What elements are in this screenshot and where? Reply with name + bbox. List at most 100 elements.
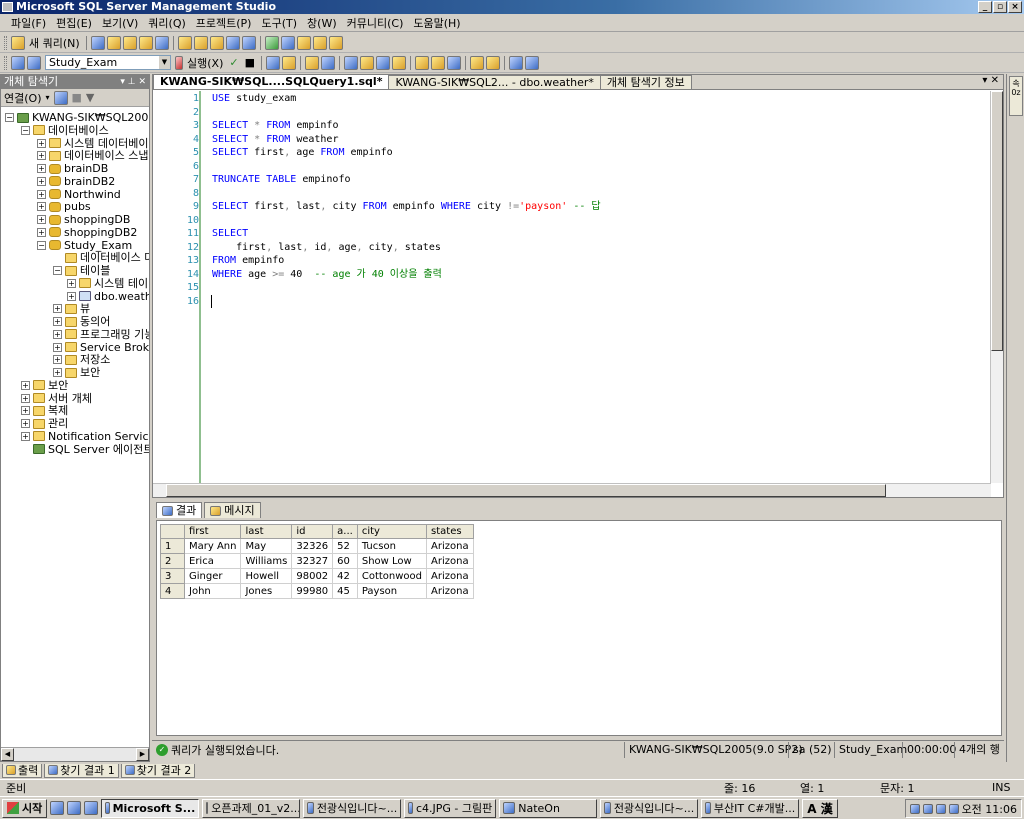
connect-dropdown[interactable]: 연결(O) bbox=[4, 90, 41, 106]
code-line[interactable]: first, last, id, age, city, states bbox=[212, 241, 441, 255]
code-line[interactable]: SELECT bbox=[212, 227, 248, 241]
table-cell[interactable]: Payson bbox=[356, 583, 428, 599]
expand-icon[interactable]: + bbox=[21, 380, 30, 390]
row-number[interactable]: 3 bbox=[160, 568, 185, 584]
stop-icon[interactable]: ■ bbox=[72, 91, 82, 104]
tree-node[interactable]: + 동의어 bbox=[53, 315, 110, 328]
table-cell[interactable]: Jones bbox=[240, 583, 293, 599]
increase-indent-icon[interactable] bbox=[524, 55, 539, 70]
editor-vertical-scrollbar[interactable] bbox=[990, 91, 1003, 483]
table-cell[interactable]: Arizona bbox=[426, 553, 474, 569]
tab-messages[interactable]: 메시지 bbox=[204, 502, 261, 518]
clock[interactable]: 오전 11:06 bbox=[962, 801, 1017, 817]
execute-button[interactable]: 실행(X) bbox=[185, 55, 225, 71]
results-text-icon[interactable] bbox=[430, 55, 445, 70]
table-cell[interactable]: 42 bbox=[332, 568, 358, 584]
start-button[interactable]: 시작 bbox=[2, 798, 48, 818]
menu-item-0[interactable]: 파일(F) bbox=[6, 15, 51, 31]
table-cell[interactable]: Williams bbox=[240, 553, 293, 569]
column-header[interactable]: first bbox=[183, 524, 242, 539]
table-cell[interactable]: 52 bbox=[332, 538, 358, 554]
table-cell[interactable]: Arizona bbox=[426, 583, 474, 599]
editor-horizontal-scrollbar[interactable] bbox=[153, 483, 991, 497]
results-to-grid-icon[interactable] bbox=[375, 55, 390, 70]
template-explorer-icon[interactable] bbox=[296, 35, 311, 50]
menu-item-4[interactable]: 프로젝트(P) bbox=[191, 15, 257, 31]
expand-icon[interactable]: + bbox=[37, 151, 46, 161]
column-header[interactable]: city bbox=[356, 524, 428, 539]
decrease-indent-icon[interactable] bbox=[508, 55, 523, 70]
open-project-icon[interactable] bbox=[193, 35, 208, 50]
code-line[interactable]: WHERE age >= 40 -- age 가 40 이상을 출력 bbox=[212, 268, 442, 282]
chevron-down-icon[interactable]: ▾ bbox=[45, 93, 49, 102]
expand-icon[interactable]: + bbox=[21, 393, 30, 403]
table-row[interactable]: 1 Mary Ann May 32326 52 Tucson Arizona bbox=[160, 538, 474, 554]
expand-icon[interactable]: + bbox=[37, 176, 46, 186]
code-line[interactable]: SELECT first, age FROM empinfo bbox=[212, 146, 393, 160]
table-cell[interactable]: 98002 bbox=[291, 568, 334, 584]
results-file-icon[interactable] bbox=[446, 55, 461, 70]
expand-icon[interactable]: + bbox=[37, 202, 46, 212]
properties-tab[interactable]: 속 0z bbox=[1009, 76, 1023, 116]
specify-template-values-icon[interactable] bbox=[304, 55, 319, 70]
expand-icon[interactable]: + bbox=[21, 419, 30, 428]
expand-icon[interactable]: + bbox=[37, 215, 46, 224]
table-cell[interactable]: 60 bbox=[332, 553, 358, 569]
toolbar-grip[interactable] bbox=[4, 35, 7, 50]
expand-icon[interactable]: + bbox=[53, 317, 62, 326]
table-cell[interactable]: Tucson bbox=[356, 538, 428, 554]
save-all-icon[interactable] bbox=[241, 35, 256, 50]
restore-button[interactable]: ▫ bbox=[993, 1, 1007, 13]
taskbar-button[interactable]: 부산IT C#개발... bbox=[701, 798, 800, 818]
table-cell[interactable]: Erica bbox=[183, 553, 242, 569]
tab-find-results-2[interactable]: 찾기 결과 2 bbox=[120, 763, 196, 778]
code-line[interactable]: USE study_exam bbox=[212, 92, 296, 106]
xmla-query-icon[interactable] bbox=[154, 35, 169, 50]
tree-node[interactable]: + 보안 bbox=[53, 366, 100, 379]
tree-node[interactable]: + shoppingDB bbox=[37, 213, 130, 226]
dmx-query-icon[interactable] bbox=[138, 35, 153, 50]
change-connection-icon[interactable] bbox=[27, 55, 41, 70]
mdx-query-icon[interactable] bbox=[122, 35, 137, 50]
tree-node[interactable]: + 복제 bbox=[21, 404, 68, 417]
table-cell[interactable]: Arizona bbox=[426, 568, 474, 584]
display-estimated-plan-icon[interactable] bbox=[265, 55, 280, 70]
code-line[interactable]: TRUNCATE TABLE empinofo bbox=[212, 173, 350, 187]
menu-item-2[interactable]: 보기(V) bbox=[97, 15, 143, 31]
column-header[interactable]: a... bbox=[332, 524, 358, 539]
tab-sqlquery1[interactable]: KWANG-SIK₩SQL....SQLQuery1.sql* bbox=[153, 74, 390, 89]
registered-servers-icon[interactable] bbox=[264, 35, 279, 50]
row-number[interactable]: 4 bbox=[160, 583, 185, 599]
tree-node[interactable]: − Study_Exam bbox=[37, 239, 132, 252]
table-cell[interactable]: Show Low bbox=[356, 553, 428, 569]
results-to-file-icon[interactable] bbox=[391, 55, 406, 70]
tree-node[interactable]: + Northwind bbox=[37, 188, 121, 201]
tree-node[interactable]: + brainDB bbox=[37, 162, 108, 175]
filter-icon[interactable]: ▼ bbox=[86, 91, 94, 104]
table-cell[interactable]: 99980 bbox=[291, 583, 334, 599]
table-cell[interactable]: Arizona bbox=[426, 538, 474, 554]
chrome-quicklaunch-icon[interactable] bbox=[84, 801, 99, 815]
scroll-thumb[interactable] bbox=[991, 91, 1003, 351]
menu-item-1[interactable]: 편집(E) bbox=[51, 15, 97, 31]
expand-icon[interactable]: + bbox=[37, 164, 46, 173]
database-select[interactable]: Study_Exam ▼ bbox=[45, 55, 171, 70]
table-row[interactable]: 2 Erica Williams 32327 60 Show Low Arizona bbox=[160, 553, 474, 569]
menu-item-3[interactable]: 쿼리(Q) bbox=[143, 15, 190, 31]
column-header[interactable]: last bbox=[240, 524, 293, 539]
show-desktop-icon[interactable] bbox=[67, 801, 82, 815]
database-engine-query-icon[interactable] bbox=[90, 35, 105, 50]
tree-node[interactable]: 데이터베이스 다 bbox=[53, 251, 149, 264]
tree-node[interactable]: + 시스템 테이 bbox=[67, 277, 148, 290]
code-area[interactable]: 1 2 3 4 5 6 7 8 9 10 11 12 13 14 15 16 USE study_exam SE… bbox=[153, 91, 991, 483]
tree-node[interactable]: − 데이터베이스 bbox=[21, 124, 109, 137]
column-header[interactable]: states bbox=[426, 524, 474, 539]
results-grid[interactable]: first last id a... city states 1 Mary Ann May 32… bbox=[156, 520, 1002, 736]
save-icon[interactable] bbox=[225, 35, 240, 50]
scroll-left-icon[interactable]: ◀ bbox=[1, 748, 14, 761]
open-file-icon[interactable] bbox=[177, 35, 192, 50]
query-designer-icon[interactable] bbox=[281, 55, 296, 70]
parse-check-icon[interactable]: ✓ bbox=[227, 56, 240, 69]
table-cell[interactable]: Cottonwood bbox=[356, 568, 428, 584]
tab-results[interactable]: 결과 bbox=[156, 502, 203, 518]
